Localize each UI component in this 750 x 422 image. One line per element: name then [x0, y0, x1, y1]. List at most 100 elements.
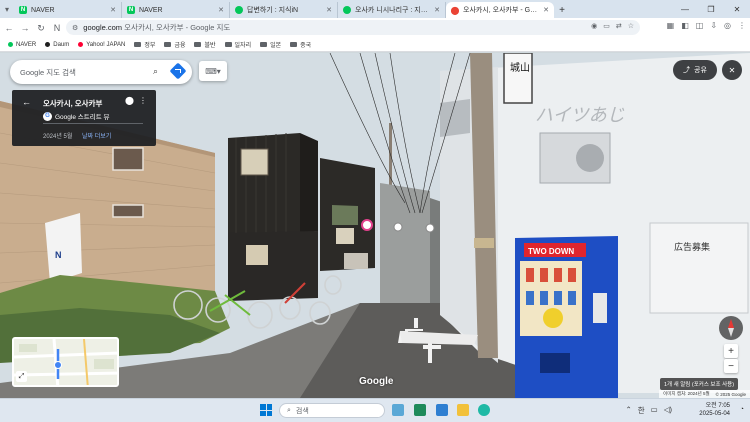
share-icon: ⤴ — [683, 67, 691, 74]
attribution-copyright[interactable]: © 2025 Google — [716, 392, 746, 397]
close-tab-icon[interactable]: ✕ — [543, 6, 549, 14]
profile-icon[interactable]: ◎ — [724, 21, 731, 30]
compass-control[interactable] — [719, 316, 743, 340]
yahoo-dot-icon — [78, 42, 84, 47]
folder-icon — [224, 42, 232, 47]
windows-taskbar: ⌕ 검색 ⌃ 한 ▭ ◁) 오전 7:05 2025-05-04 ◔ — [0, 398, 750, 422]
file-explorer-icon[interactable] — [457, 404, 469, 416]
camera-icon[interactable]: ◫ — [696, 21, 704, 30]
windows-start-icon[interactable] — [260, 404, 272, 416]
naver-icon: N — [127, 6, 135, 14]
tab-google-maps[interactable]: ⬤ 오사카시, 오사카부 - Google ✕ — [446, 2, 554, 18]
network-icon[interactable]: ▭ — [651, 405, 658, 416]
more-dates-link[interactable]: 날짜 더보기 — [82, 131, 111, 140]
attribution-bar: 이미지 캡처: 2024년 5월 © 2025 Google — [659, 390, 750, 398]
folder-icon — [164, 42, 172, 47]
vending-brand-text: TWO DOWN — [528, 247, 574, 256]
naver-icon: N — [19, 6, 27, 14]
tab-kin-osaka[interactable]: 오사카 니시나리구 : 지식iN ✕ — [338, 2, 446, 18]
app-icon[interactable] — [436, 404, 448, 416]
directions-icon[interactable] — [169, 62, 187, 80]
chevron-up-icon[interactable]: ⌃ — [625, 405, 631, 416]
bookmark-naver[interactable]: NAVER — [8, 42, 36, 48]
translate-icon[interactable]: ⇄ — [616, 22, 622, 30]
bookmark-daum[interactable]: Daum — [45, 42, 69, 48]
whale-browser-icon[interactable] — [478, 404, 490, 416]
tab-search-icon[interactable]: ▾ — [0, 0, 14, 18]
url-path: 오사카시, 오사카부 - Google 지도 — [124, 23, 231, 32]
naver-dot-icon — [8, 42, 13, 47]
window-close-icon[interactable]: ✕ — [724, 0, 750, 18]
keyboard-layer-button[interactable]: ⌨▾ — [199, 61, 227, 81]
bookmark-star-icon[interactable]: ☆ — [628, 22, 634, 30]
sidebar-icon[interactable]: ◧ — [681, 21, 689, 30]
browser-tab-strip: ▾ N NAVER ✕ N NAVER ✕ 답변하기 : 지식iN ✕ 오사카 … — [0, 0, 750, 18]
tab-kin-answer[interactable]: 답변하기 : 지식iN ✕ — [230, 2, 338, 18]
close-tab-icon[interactable]: ✕ — [110, 6, 116, 14]
share-button[interactable]: ⤴ 공유 — [673, 60, 717, 80]
close-tab-icon[interactable]: ✕ — [326, 6, 332, 14]
street-view-panorama[interactable]: N ハイツあじ 城山 広告募集 TWO DOWN Google 지도 검색 ⌕ … — [0, 53, 750, 398]
bookmark-yahoo[interactable]: Yahoo! JAPAN — [78, 42, 125, 48]
naver-whale-icon[interactable]: N — [50, 21, 64, 35]
bookmarks-bar: NAVER Daum Yahoo! JAPAN 정부 금융 블반 일자리 일본 … — [0, 38, 750, 52]
tab-naver-1[interactable]: N NAVER ✕ — [14, 2, 122, 18]
ime-indicator[interactable]: 한 — [638, 405, 645, 416]
reload-icon[interactable]: ↻ — [34, 21, 48, 35]
zoom-in-button[interactable]: + — [724, 344, 738, 358]
window-controls: — ❐ ✕ — [672, 0, 750, 18]
search-icon[interactable]: ⌕ — [153, 66, 158, 77]
back-icon[interactable]: ← — [2, 21, 16, 35]
taskbar-search-box[interactable]: ⌕ 검색 — [279, 403, 385, 418]
mini-map[interactable]: ⤢ — [12, 337, 119, 387]
install-icon[interactable]: ▭ — [603, 22, 610, 30]
menu-icon[interactable]: ⋮ — [738, 21, 746, 30]
clock-time: 오전 7:05 — [705, 403, 730, 409]
close-icon: ✕ — [728, 65, 736, 75]
maps-search-box[interactable]: Google 지도 검색 ⌕ — [10, 60, 192, 84]
bookmark-folder-china[interactable]: 중국 — [290, 40, 311, 49]
download-icon[interactable]: ⇩ — [710, 21, 717, 30]
more-options-icon[interactable]: ⋮ — [139, 96, 147, 105]
extension-icon[interactable]: ▦ — [667, 21, 675, 30]
street-view-source: G Google 스트리트 뷰 — [43, 111, 109, 121]
zoom-out-button[interactable]: − — [724, 359, 738, 373]
maps-search-placeholder: Google 지도 검색 — [20, 67, 76, 77]
taskbar-clock[interactable]: 오전 7:05 2025-05-04 — [699, 402, 730, 418]
volume-icon[interactable]: ◁) — [664, 405, 672, 416]
location-pin-icon[interactable]: ⬤ — [125, 96, 134, 105]
svg-text:N: N — [55, 250, 62, 260]
google-logo: Google — [359, 376, 394, 387]
kin-icon — [343, 6, 351, 14]
notification-tooltip: 1개 새 알림 (포커스 보조 사용) — [660, 378, 739, 390]
capture-date: 2024년 5월 — [43, 134, 73, 140]
close-street-view-button[interactable]: ✕ — [722, 60, 742, 80]
back-arrow-icon[interactable]: ← — [22, 97, 31, 107]
store-icon[interactable] — [414, 404, 426, 416]
street-view-info-card: ← 오사카시, 오사카부 ⬤ ⋮ G Google 스트리트 뷰 2024년 5… — [12, 90, 156, 146]
tab-naver-2[interactable]: N NAVER ✕ — [122, 2, 230, 18]
maps-pin-icon: ⬤ — [450, 5, 460, 15]
compass-icon — [728, 319, 734, 337]
bookmark-folder-gov[interactable]: 정부 — [134, 40, 155, 49]
expand-map-icon[interactable]: ⤢ — [16, 371, 27, 382]
maximize-icon[interactable]: ❐ — [698, 0, 724, 18]
close-tab-icon[interactable]: ✕ — [218, 6, 224, 14]
close-tab-icon[interactable]: ✕ — [434, 6, 440, 14]
bookmark-folder-jobs[interactable]: 일자리 — [224, 40, 251, 49]
minimize-icon[interactable]: — — [672, 0, 698, 18]
address-bar[interactable]: ⚙ google.com 오사카시, 오사카부 - Google 지도 ◉ ▭ … — [66, 20, 640, 35]
bookmark-folder-finance[interactable]: 금융 — [164, 40, 185, 49]
site-info-icon[interactable]: ⚙ — [72, 24, 78, 32]
bookmark-folder-japan[interactable]: 일본 — [260, 40, 281, 49]
vertical-sign-text: 城山 — [510, 62, 530, 74]
system-tray: ⌃ 한 ▭ ◁) — [625, 405, 672, 416]
new-tab-button[interactable]: + — [554, 2, 570, 18]
widgets-icon[interactable] — [392, 404, 404, 416]
location-icon[interactable]: ◉ — [591, 22, 597, 30]
ad-board-text: 広告募集 — [674, 241, 710, 253]
notification-bell-icon[interactable]: ◔ — [740, 406, 744, 413]
bookmark-folder-misc[interactable]: 블반 — [194, 40, 216, 49]
folder-icon — [260, 42, 268, 47]
forward-icon[interactable]: → — [18, 21, 32, 35]
